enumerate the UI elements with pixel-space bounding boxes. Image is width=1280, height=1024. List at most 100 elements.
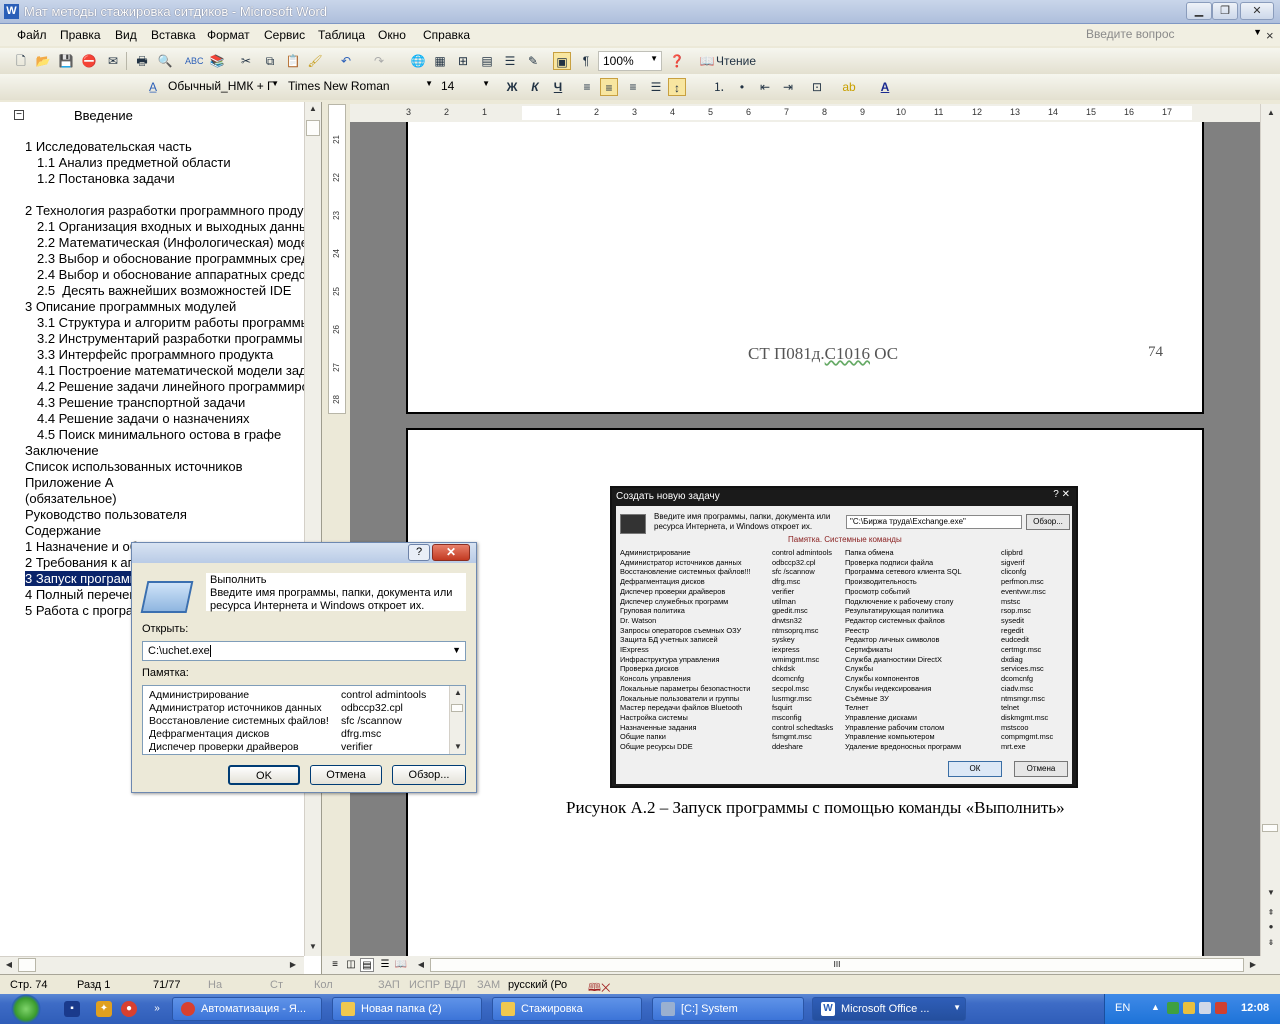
- browse-object-icon[interactable]: ●: [1265, 922, 1277, 931]
- scroll-thumb[interactable]: III: [430, 958, 1244, 972]
- nav-item-selected[interactable]: 3 Запуск программы: [25, 571, 135, 586]
- ask-question-box[interactable]: Введите вопрос ▼: [1082, 27, 1264, 44]
- list-item[interactable]: Дефрагментация дисков dfrg.msc: [149, 728, 381, 740]
- close-dialog-button[interactable]: ✕: [432, 544, 470, 561]
- status-language[interactable]: русский (Ро: [508, 979, 567, 991]
- spelling-icon[interactable]: ABC: [185, 52, 204, 70]
- scroll-up-icon[interactable]: ▲: [1265, 108, 1277, 117]
- align-left-icon[interactable]: ≡: [578, 78, 596, 96]
- font-size-select[interactable]: 14 ▼: [437, 77, 493, 97]
- scroll-thumb[interactable]: [451, 704, 463, 712]
- list-item[interactable]: Администратор источников данных odbccp32.…: [149, 702, 403, 714]
- menu-view[interactable]: Вид: [115, 28, 137, 42]
- increase-indent-icon[interactable]: ⇥: [779, 78, 797, 96]
- reading-view-icon[interactable]: 📖: [394, 958, 408, 972]
- outline-view-icon[interactable]: ☰: [378, 958, 392, 972]
- memo-list-scrollbar[interactable]: ▲ ▼: [449, 686, 465, 754]
- document-horizontal-scrollbar[interactable]: ≡ ◫ ▤ ☰ 📖 ◀ III ▶: [322, 956, 1280, 974]
- taskbar-item[interactable]: Автоматизация - Я...: [172, 997, 322, 1021]
- bullets-icon[interactable]: •: [733, 78, 751, 96]
- line-spacing-icon[interactable]: ↕: [668, 78, 686, 96]
- tables-borders-icon[interactable]: ▦: [431, 52, 449, 70]
- nav-item[interactable]: Руководство пользователя: [25, 507, 305, 522]
- status-rec[interactable]: ЗАП: [378, 979, 400, 991]
- close-document-icon[interactable]: ×: [1266, 28, 1274, 43]
- nav-item[interactable]: 3.2 Инструментарий разработки программы: [37, 331, 305, 346]
- open-combobox[interactable]: C:\uchet.exe ▼: [142, 641, 466, 661]
- styles-icon[interactable]: A̲: [144, 78, 162, 96]
- scroll-up-icon[interactable]: ▲: [452, 688, 464, 697]
- menu-file[interactable]: Файл: [17, 28, 47, 42]
- italic-button[interactable]: К: [526, 78, 544, 96]
- document-page[interactable]: Создать новую задачу ? ✕ Введите имя про…: [406, 428, 1204, 956]
- nav-item[interactable]: 3.3 Интерфейс программного продукта: [37, 347, 305, 362]
- taskbar-item[interactable]: [C:] System: [652, 997, 804, 1021]
- underline-button[interactable]: Ч: [549, 78, 567, 96]
- hyperlink-icon[interactable]: 🌐: [409, 52, 427, 70]
- new-document-icon[interactable]: 🗋: [12, 52, 30, 70]
- scroll-down-icon[interactable]: ▼: [307, 942, 319, 951]
- nav-horizontal-scrollbar[interactable]: ◀ ▶: [0, 956, 304, 974]
- scroll-right-icon[interactable]: ▶: [288, 960, 298, 969]
- email-icon[interactable]: ✉: [104, 52, 122, 70]
- horizontal-ruler[interactable]: 3 2 1 1 2 3 4 5 6 7 8 9 10 11 12 13 14 1…: [350, 104, 1260, 122]
- nav-vertical-scrollbar[interactable]: ▲ ▼: [304, 102, 321, 956]
- read-icon[interactable]: 📖: [698, 52, 716, 70]
- menu-edit[interactable]: Правка: [60, 28, 101, 42]
- drawing-icon[interactable]: ✎: [524, 52, 542, 70]
- nav-item[interactable]: 2.5 Десять важнейших возможностей IDE: [37, 283, 305, 298]
- menu-tools[interactable]: Сервис: [264, 28, 305, 42]
- columns-icon[interactable]: ☰: [501, 52, 519, 70]
- next-page-icon[interactable]: ⇟: [1265, 938, 1277, 947]
- redo-icon[interactable]: ↷: [370, 52, 388, 70]
- print-icon[interactable]: 🖶: [133, 52, 151, 70]
- scroll-up-icon[interactable]: ▲: [307, 104, 319, 113]
- nav-item[interactable]: 3.1 Структура и алгоритм работы программ…: [37, 315, 305, 330]
- font-select[interactable]: Times New Roman ▼: [284, 77, 436, 97]
- nav-item[interactable]: 4.1 Построение математической модели зад…: [37, 363, 305, 378]
- nav-item[interactable]: 1.2 Постановка задачи: [37, 171, 305, 186]
- close-window-button[interactable]: ✕: [1240, 2, 1274, 20]
- align-center-icon[interactable]: ≡: [600, 78, 618, 96]
- tray-arrow-icon[interactable]: ▲: [1151, 1002, 1163, 1014]
- network-icon[interactable]: [1199, 1002, 1211, 1014]
- nav-heading[interactable]: Введение: [74, 108, 133, 123]
- previous-page-icon[interactable]: ⇞: [1265, 908, 1277, 917]
- help-icon[interactable]: ❓: [668, 52, 686, 70]
- nav-item[interactable]: 4.5 Поиск минимального остова в графе: [37, 427, 305, 442]
- bold-button[interactable]: Ж: [503, 78, 521, 96]
- nav-item[interactable]: 2.4 Выбор и обоснование аппаратных средс…: [37, 267, 305, 282]
- scroll-left-icon[interactable]: ◀: [4, 960, 14, 969]
- scroll-right-icon[interactable]: ▶: [1248, 960, 1258, 969]
- minimize-button[interactable]: ▁: [1186, 2, 1212, 20]
- undo-icon[interactable]: ↶: [337, 52, 355, 70]
- taskbar-item[interactable]: Стажировка: [492, 997, 642, 1021]
- menu-format[interactable]: Формат: [207, 28, 250, 42]
- title-bar[interactable]: W Мат методы стажировка ситдиков - Micro…: [0, 0, 1280, 24]
- help-button[interactable]: ?: [408, 544, 430, 561]
- save-icon[interactable]: 💾: [57, 52, 75, 70]
- status-overtype[interactable]: ЗАМ: [477, 979, 500, 991]
- web-view-icon[interactable]: ◫: [344, 958, 358, 972]
- open-folder-icon[interactable]: 📂: [34, 52, 52, 70]
- tray-app-icon[interactable]: [1167, 1002, 1179, 1014]
- scroll-thumb[interactable]: [18, 958, 36, 972]
- tray-app-icon[interactable]: [1183, 1002, 1195, 1014]
- copy-icon[interactable]: ⧉: [261, 52, 279, 70]
- taskbar-item-active[interactable]: W Microsoft Office ... ▼: [812, 997, 966, 1021]
- chevron-down-icon[interactable]: ▼: [452, 645, 461, 655]
- tray-app-icon[interactable]: [1215, 1002, 1227, 1014]
- nav-item[interactable]: 2 Технология разработки программного про…: [25, 203, 305, 218]
- menu-help[interactable]: Справка: [423, 28, 470, 42]
- document-map-icon[interactable]: ▣: [553, 52, 571, 70]
- borders-icon[interactable]: ⊡: [808, 78, 826, 96]
- vertical-ruler[interactable]: 21 22 23 24 25 26 27 28: [328, 104, 346, 414]
- list-item[interactable]: Диспечер проверки драйверов verifier: [149, 741, 373, 753]
- nav-item[interactable]: 3 Описание программных модулей: [25, 299, 305, 314]
- expand-quicklaunch-icon[interactable]: »: [150, 1001, 164, 1017]
- taskbar-item[interactable]: Новая папка (2): [332, 997, 482, 1021]
- chrome-icon[interactable]: ●: [121, 1001, 137, 1017]
- memo-list[interactable]: Администрирование control admintools Адми…: [142, 685, 466, 755]
- zoom-select[interactable]: 100% ▼: [598, 51, 662, 71]
- show-desktop-icon[interactable]: ▪: [64, 1001, 80, 1017]
